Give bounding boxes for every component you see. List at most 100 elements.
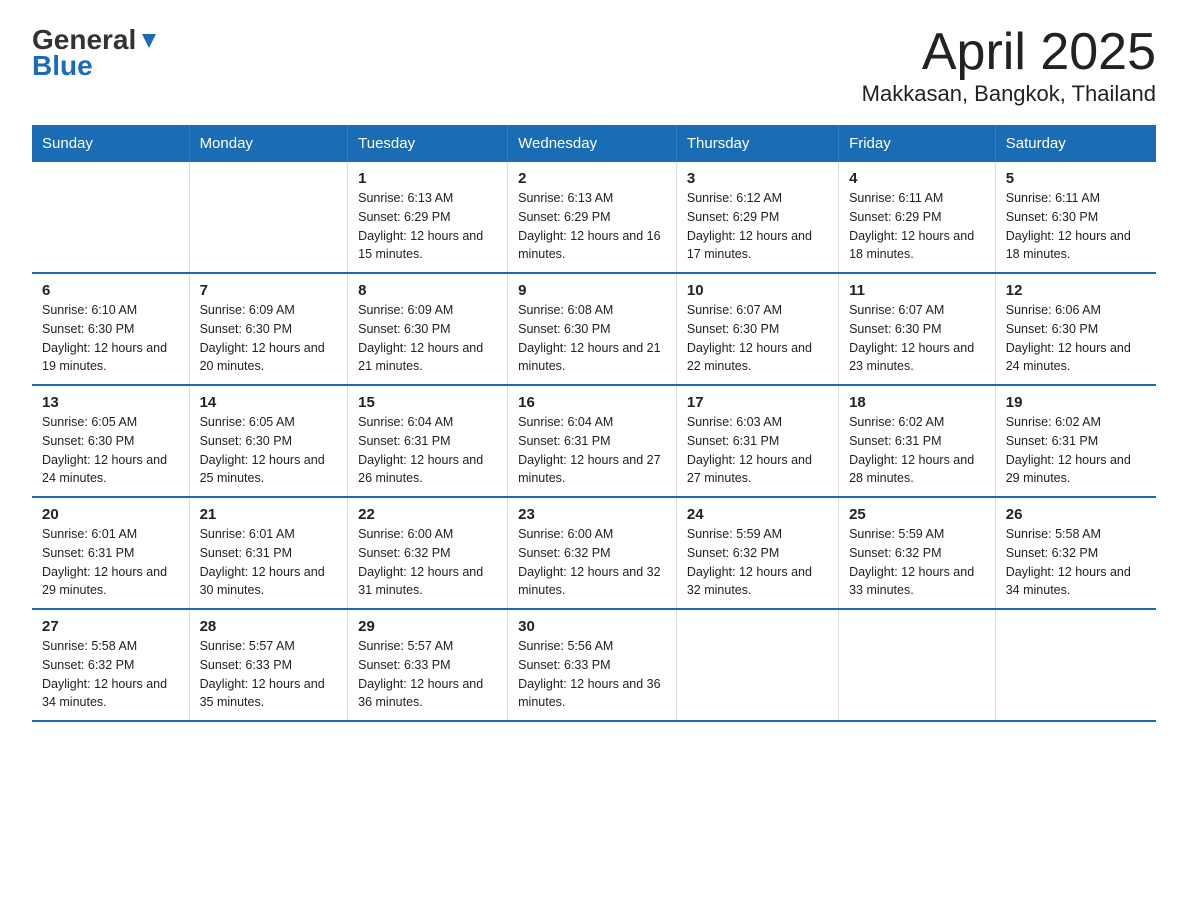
day-info: Sunrise: 5:57 AMSunset: 6:33 PMDaylight:… [200, 637, 338, 712]
day-info: Sunrise: 5:57 AMSunset: 6:33 PMDaylight:… [358, 637, 497, 712]
day-info: Sunrise: 6:05 AMSunset: 6:30 PMDaylight:… [200, 413, 338, 488]
day-info: Sunrise: 6:00 AMSunset: 6:32 PMDaylight:… [358, 525, 497, 600]
weekday-header-friday: Friday [839, 125, 996, 162]
day-info: Sunrise: 6:08 AMSunset: 6:30 PMDaylight:… [518, 301, 666, 376]
calendar-cell [32, 162, 189, 273]
calendar-week-row: 20 Sunrise: 6:01 AMSunset: 6:31 PMDayligh… [32, 497, 1156, 609]
day-info: Sunrise: 6:05 AMSunset: 6:30 PMDaylight:… [42, 413, 179, 488]
calendar-week-row: 1 Sunrise: 6:13 AMSunset: 6:29 PMDaylight… [32, 162, 1156, 273]
day-info: Sunrise: 6:06 AMSunset: 6:30 PMDaylight:… [1006, 301, 1146, 376]
calendar-cell: 4Sunrise: 6:11 AMSunset: 6:29 PMDaylight… [839, 162, 996, 273]
logo: General Blue [32, 24, 160, 82]
day-info: Sunrise: 6:09 AMSunset: 6:30 PMDaylight:… [358, 301, 497, 376]
day-number: 9 [518, 282, 666, 299]
day-info: Sunrise: 6:03 AMSunset: 6:31 PMDaylight:… [687, 413, 828, 488]
calendar-cell: 30Sunrise: 5:56 AMSunset: 6:33 PMDayligh… [508, 609, 677, 721]
day-number: 8 [358, 282, 497, 299]
day-info: Sunrise: 5:59 AMSunset: 6:32 PMDaylight:… [849, 525, 985, 600]
calendar-cell: 22 Sunrise: 6:00 AMSunset: 6:32 PMDayligh… [348, 497, 508, 609]
calendar-cell: 28 Sunrise: 5:57 AMSunset: 6:33 PMDayligh… [189, 609, 348, 721]
calendar-cell: 18 Sunrise: 6:02 AMSunset: 6:31 PMDayligh… [839, 385, 996, 497]
day-number: 19 [1006, 394, 1146, 411]
day-info: Sunrise: 6:09 AMSunset: 6:30 PMDaylight:… [200, 301, 338, 376]
calendar-cell: 20 Sunrise: 6:01 AMSunset: 6:31 PMDayligh… [32, 497, 189, 609]
day-number: 20 [42, 506, 179, 523]
calendar-week-row: 13 Sunrise: 6:05 AMSunset: 6:30 PMDayligh… [32, 385, 1156, 497]
calendar-cell [189, 162, 348, 273]
day-info: Sunrise: 5:58 AMSunset: 6:32 PMDaylight:… [1006, 525, 1146, 600]
day-info: Sunrise: 5:56 AMSunset: 6:33 PMDaylight:… [518, 637, 666, 712]
weekday-header-saturday: Saturday [995, 125, 1156, 162]
calendar-cell: 11 Sunrise: 6:07 AMSunset: 6:30 PMDayligh… [839, 273, 996, 385]
day-info: Sunrise: 6:04 AMSunset: 6:31 PMDaylight:… [358, 413, 497, 488]
calendar-cell: 1 Sunrise: 6:13 AMSunset: 6:29 PMDaylight… [348, 162, 508, 273]
day-info: Sunrise: 6:12 AMSunset: 6:29 PMDaylight:… [687, 189, 828, 264]
calendar-cell: 26Sunrise: 5:58 AMSunset: 6:32 PMDayligh… [995, 497, 1156, 609]
calendar-cell: 27Sunrise: 5:58 AMSunset: 6:32 PMDayligh… [32, 609, 189, 721]
calendar-cell: 3 Sunrise: 6:12 AMSunset: 6:29 PMDaylight… [676, 162, 838, 273]
day-number: 16 [518, 394, 666, 411]
calendar-cell: 19 Sunrise: 6:02 AMSunset: 6:31 PMDayligh… [995, 385, 1156, 497]
day-number: 1 [358, 170, 497, 187]
day-info: Sunrise: 6:01 AMSunset: 6:31 PMDaylight:… [42, 525, 179, 600]
day-number: 17 [687, 394, 828, 411]
day-info: Sunrise: 6:07 AMSunset: 6:30 PMDaylight:… [849, 301, 985, 376]
day-number: 13 [42, 394, 179, 411]
day-info: Sunrise: 6:00 AMSunset: 6:32 PMDaylight:… [518, 525, 666, 600]
page-header: General Blue April 2025 Makkasan, Bangko… [32, 24, 1156, 107]
day-number: 11 [849, 282, 985, 299]
calendar-cell: 7 Sunrise: 6:09 AMSunset: 6:30 PMDaylight… [189, 273, 348, 385]
calendar-cell: 2Sunrise: 6:13 AMSunset: 6:29 PMDaylight… [508, 162, 677, 273]
day-number: 4 [849, 170, 985, 187]
weekday-header-monday: Monday [189, 125, 348, 162]
weekday-header-sunday: Sunday [32, 125, 189, 162]
day-number: 6 [42, 282, 179, 299]
day-number: 5 [1006, 170, 1146, 187]
day-info: Sunrise: 6:01 AMSunset: 6:31 PMDaylight:… [200, 525, 338, 600]
day-info: Sunrise: 6:02 AMSunset: 6:31 PMDaylight:… [849, 413, 985, 488]
calendar-cell: 17 Sunrise: 6:03 AMSunset: 6:31 PMDayligh… [676, 385, 838, 497]
day-number: 10 [687, 282, 828, 299]
calendar-week-row: 27Sunrise: 5:58 AMSunset: 6:32 PMDayligh… [32, 609, 1156, 721]
page-title: April 2025 [862, 24, 1156, 81]
day-number: 22 [358, 506, 497, 523]
calendar-table: SundayMondayTuesdayWednesdayThursdayFrid… [32, 125, 1156, 722]
day-number: 14 [200, 394, 338, 411]
day-number: 3 [687, 170, 828, 187]
weekday-header-thursday: Thursday [676, 125, 838, 162]
day-info: Sunrise: 5:59 AMSunset: 6:32 PMDaylight:… [687, 525, 828, 600]
logo-triangle-icon [138, 30, 160, 52]
logo-blue: Blue [32, 50, 93, 82]
day-info: Sunrise: 6:04 AMSunset: 6:31 PMDaylight:… [518, 413, 666, 488]
day-info: Sunrise: 6:13 AMSunset: 6:29 PMDaylight:… [358, 189, 497, 264]
page-subtitle: Makkasan, Bangkok, Thailand [862, 81, 1156, 107]
calendar-cell: 12 Sunrise: 6:06 AMSunset: 6:30 PMDayligh… [995, 273, 1156, 385]
calendar-cell [995, 609, 1156, 721]
title-block: April 2025 Makkasan, Bangkok, Thailand [862, 24, 1156, 107]
calendar-week-row: 6 Sunrise: 6:10 AMSunset: 6:30 PMDaylight… [32, 273, 1156, 385]
day-info: Sunrise: 5:58 AMSunset: 6:32 PMDaylight:… [42, 637, 179, 712]
day-info: Sunrise: 6:10 AMSunset: 6:30 PMDaylight:… [42, 301, 179, 376]
calendar-header-row: SundayMondayTuesdayWednesdayThursdayFrid… [32, 125, 1156, 162]
calendar-cell: 23Sunrise: 6:00 AMSunset: 6:32 PMDayligh… [508, 497, 677, 609]
calendar-cell: 14 Sunrise: 6:05 AMSunset: 6:30 PMDayligh… [189, 385, 348, 497]
day-number: 25 [849, 506, 985, 523]
calendar-cell: 15 Sunrise: 6:04 AMSunset: 6:31 PMDayligh… [348, 385, 508, 497]
day-info: Sunrise: 6:07 AMSunset: 6:30 PMDaylight:… [687, 301, 828, 376]
calendar-cell: 25 Sunrise: 5:59 AMSunset: 6:32 PMDayligh… [839, 497, 996, 609]
calendar-cell: 6 Sunrise: 6:10 AMSunset: 6:30 PMDaylight… [32, 273, 189, 385]
calendar-cell: 21Sunrise: 6:01 AMSunset: 6:31 PMDayligh… [189, 497, 348, 609]
day-number: 29 [358, 618, 497, 635]
day-number: 28 [200, 618, 338, 635]
calendar-cell [676, 609, 838, 721]
calendar-cell: 16 Sunrise: 6:04 AMSunset: 6:31 PMDayligh… [508, 385, 677, 497]
day-number: 2 [518, 170, 666, 187]
weekday-header-wednesday: Wednesday [508, 125, 677, 162]
calendar-cell: 24Sunrise: 5:59 AMSunset: 6:32 PMDayligh… [676, 497, 838, 609]
day-number: 15 [358, 394, 497, 411]
weekday-header-tuesday: Tuesday [348, 125, 508, 162]
day-info: Sunrise: 6:02 AMSunset: 6:31 PMDaylight:… [1006, 413, 1146, 488]
day-number: 7 [200, 282, 338, 299]
day-number: 12 [1006, 282, 1146, 299]
day-number: 18 [849, 394, 985, 411]
